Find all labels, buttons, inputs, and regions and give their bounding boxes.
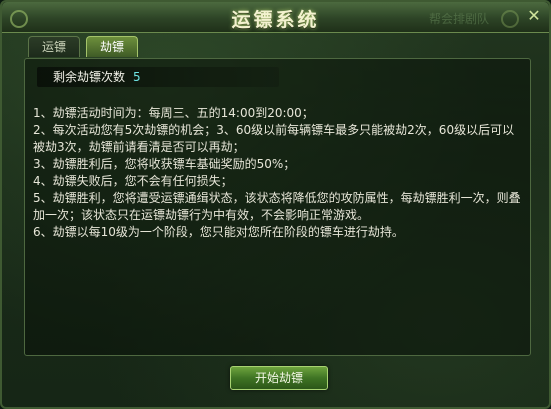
rule-item: 6、劫镖以每10级为一个阶段，您只能对您所在阶段的镖车进行劫持。	[33, 225, 404, 239]
rules-list: 1、劫镖活动时间为：每周三、五的14:00到20:00； 2、每次活动您有5次劫…	[33, 105, 523, 241]
rule-item: 2、每次活动您有5次劫镖的机会；3、60级以前每辆镖车最多只能被劫2次，60级以…	[33, 123, 515, 154]
tab-escort[interactable]: 运镖	[28, 36, 80, 57]
content-panel: 剩余劫镖次数 5 1、劫镖活动时间为：每周三、五的14:00到20:00； 2、…	[24, 58, 531, 356]
title-bar[interactable]: 运镖系统 帮会排剧队 ✕	[2, 2, 549, 33]
ornament-icon	[501, 10, 519, 28]
remaining-count-bar: 剩余劫镖次数 5	[37, 67, 279, 87]
close-icon: ✕	[527, 6, 541, 25]
start-rob-button[interactable]: 开始劫镖	[230, 366, 328, 390]
remaining-count-value: 5	[133, 70, 141, 84]
tab-rob-escort[interactable]: 劫镖	[86, 36, 138, 57]
rule-item: 4、劫镖失败后，您不会有任何损失；	[33, 174, 233, 188]
rule-item: 5、劫镖胜利，您将遭受运镖通缉状态，该状态将降低您的攻防属性，每劫镖胜利一次，则…	[33, 191, 521, 222]
rule-item: 3、劫镖胜利后，您将收获镖车基础奖励的50%；	[33, 157, 296, 171]
close-button[interactable]: ✕	[525, 7, 543, 25]
rule-item: 1、劫镖活动时间为：每周三、五的14:00到20:00；	[33, 106, 314, 120]
escort-window: 运镖系统 帮会排剧队 ✕ 运镖 劫镖 剩余劫镖次数 5 1、劫镖活动时间为：每周…	[0, 0, 551, 409]
remaining-count-label: 剩余劫镖次数	[53, 70, 126, 84]
title-right-text: 帮会排剧队	[428, 12, 489, 26]
